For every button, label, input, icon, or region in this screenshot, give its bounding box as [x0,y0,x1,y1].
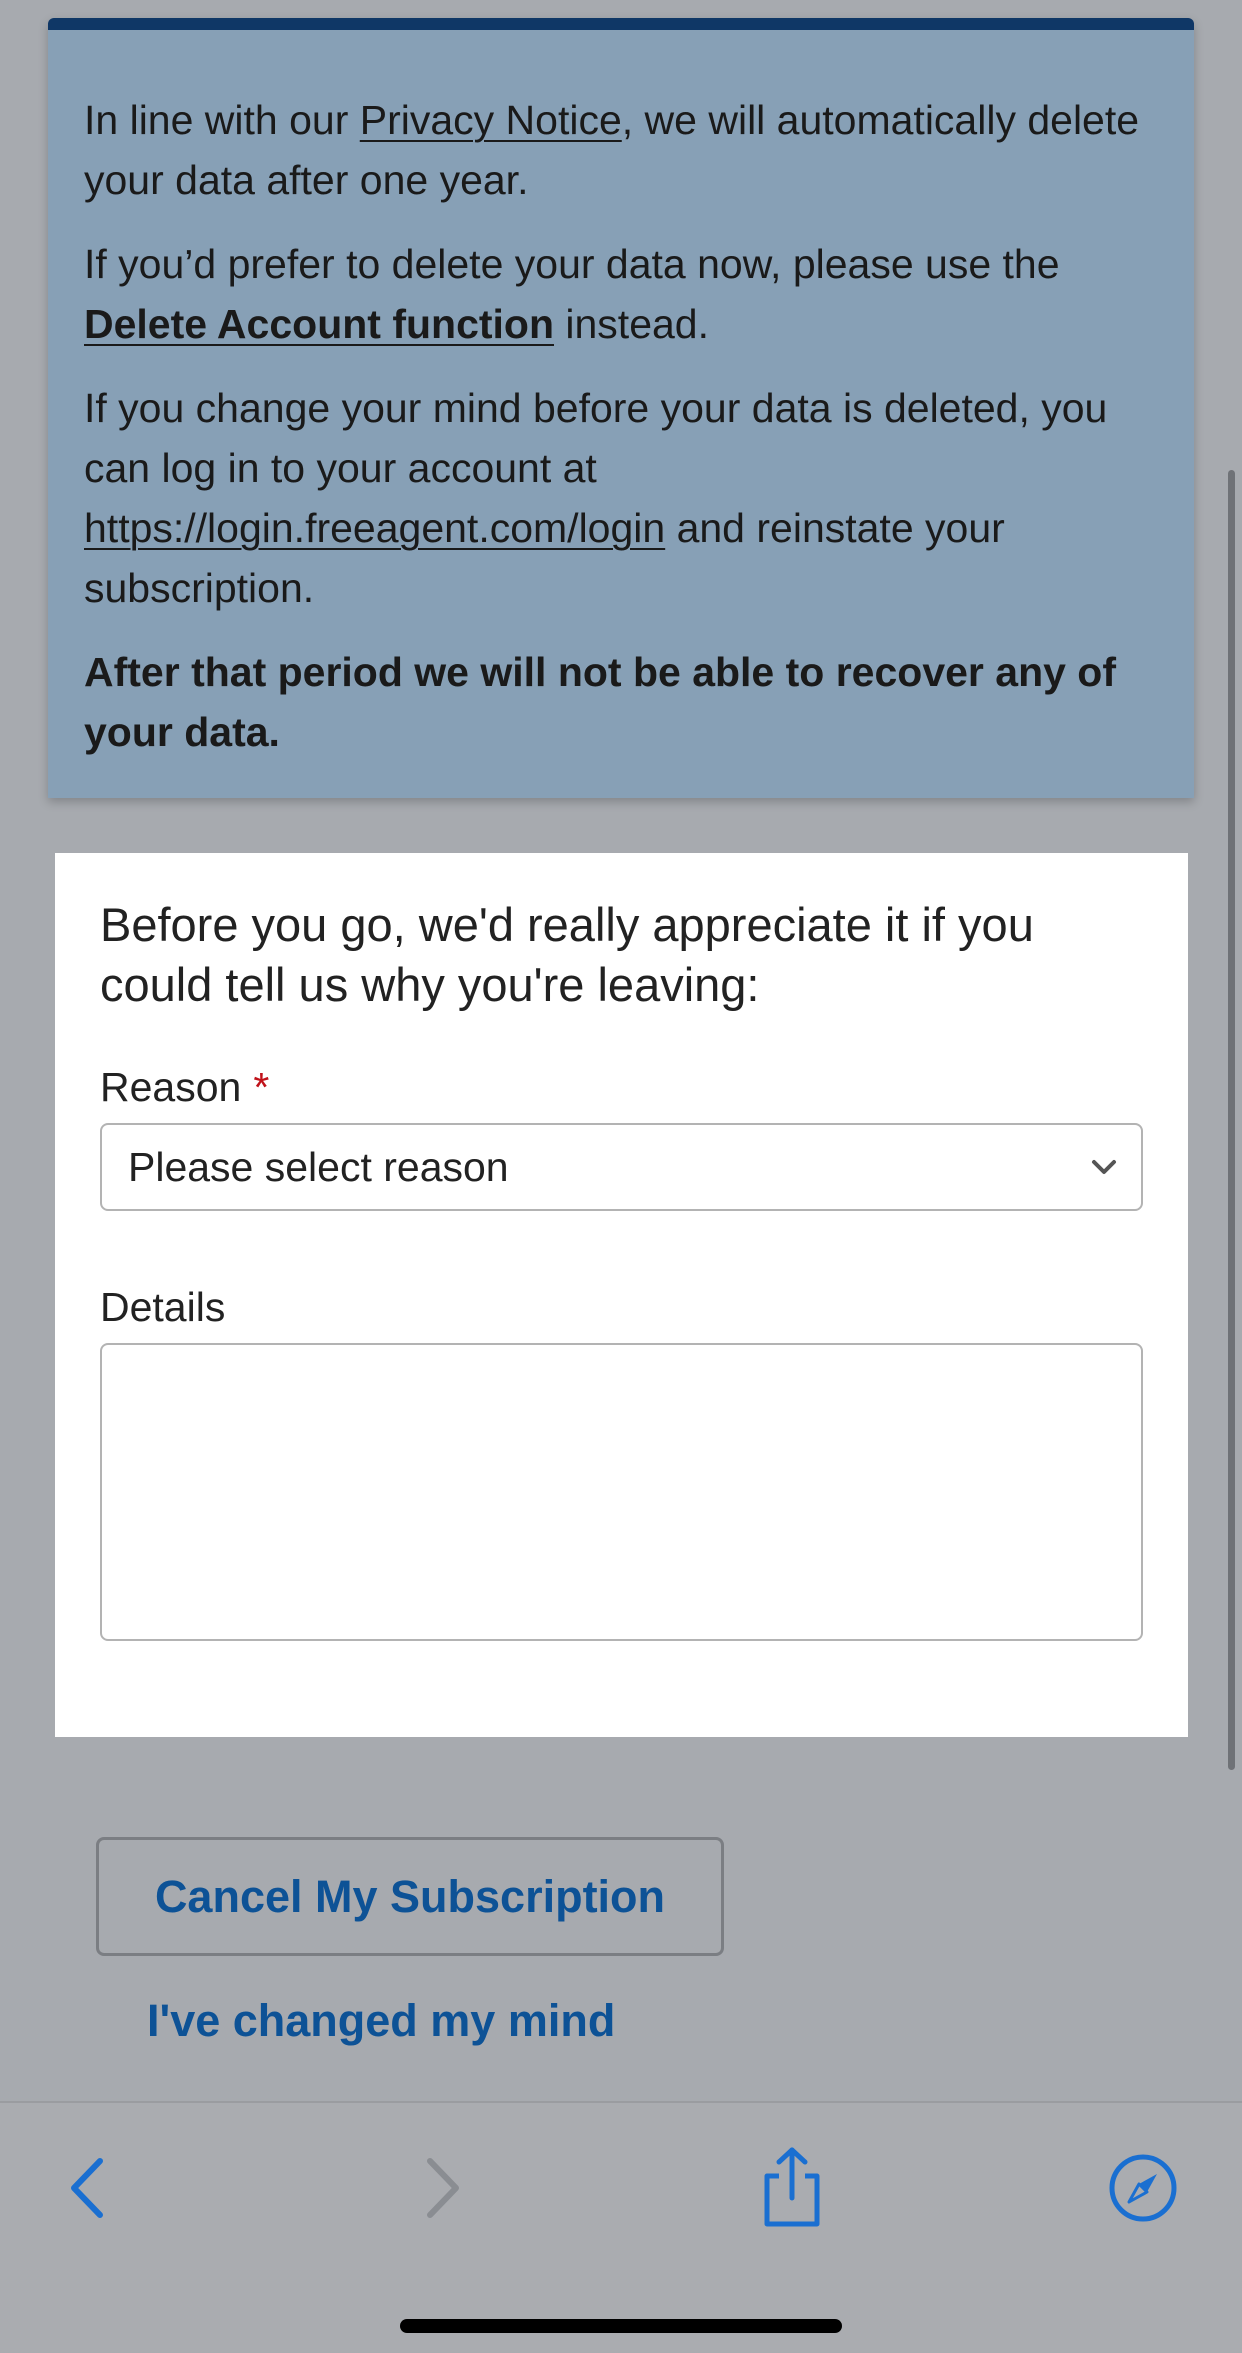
privacy-notice-link[interactable]: Privacy Notice [360,97,622,143]
compass-icon [1109,2154,1177,2222]
notice-warning: After that period we will not be able to… [84,649,1117,755]
reason-label: Reason * [100,1064,270,1110]
page-scrollbar[interactable] [1228,470,1235,1770]
cancel-subscription-button[interactable]: Cancel My Subscription [96,1837,724,1956]
login-url-link[interactable]: https://login.freeagent.com/login [84,505,665,551]
browser-toolbar [0,2101,1242,2353]
leaving-feedback-form: Before you go, we'd really appreciate it… [55,853,1188,1737]
notice-paragraph-reinstate: If you change your mind before your data… [84,385,1108,611]
reason-select-value: Please select reason [128,1143,509,1190]
changed-mind-link[interactable]: I've changed my mind [147,1995,615,2047]
safari-button[interactable] [1098,2143,1188,2233]
details-textarea[interactable] [100,1343,1143,1641]
form-intro-text: Before you go, we'd really appreciate it… [100,898,1034,1011]
forward-button[interactable] [398,2143,488,2233]
home-indicator[interactable] [400,2319,842,2333]
notice-paragraph-delete: If you’d prefer to delete your data now,… [84,241,1060,347]
details-label: Details [100,1284,226,1330]
back-button[interactable] [42,2143,132,2233]
required-marker: * [253,1064,270,1110]
notice-paragraph-privacy: In line with our Privacy Notice, we will… [84,97,1140,203]
reason-select[interactable]: Please select reason [100,1123,1143,1211]
delete-account-link[interactable]: Delete Account function [84,301,554,347]
share-icon [764,2147,820,2227]
chevron-right-icon [427,2158,459,2218]
chevron-down-icon [1092,1160,1116,1174]
share-button[interactable] [747,2143,837,2233]
data-deletion-notice: In line with our Privacy Notice, we will… [48,18,1194,798]
chevron-left-icon [71,2158,103,2218]
